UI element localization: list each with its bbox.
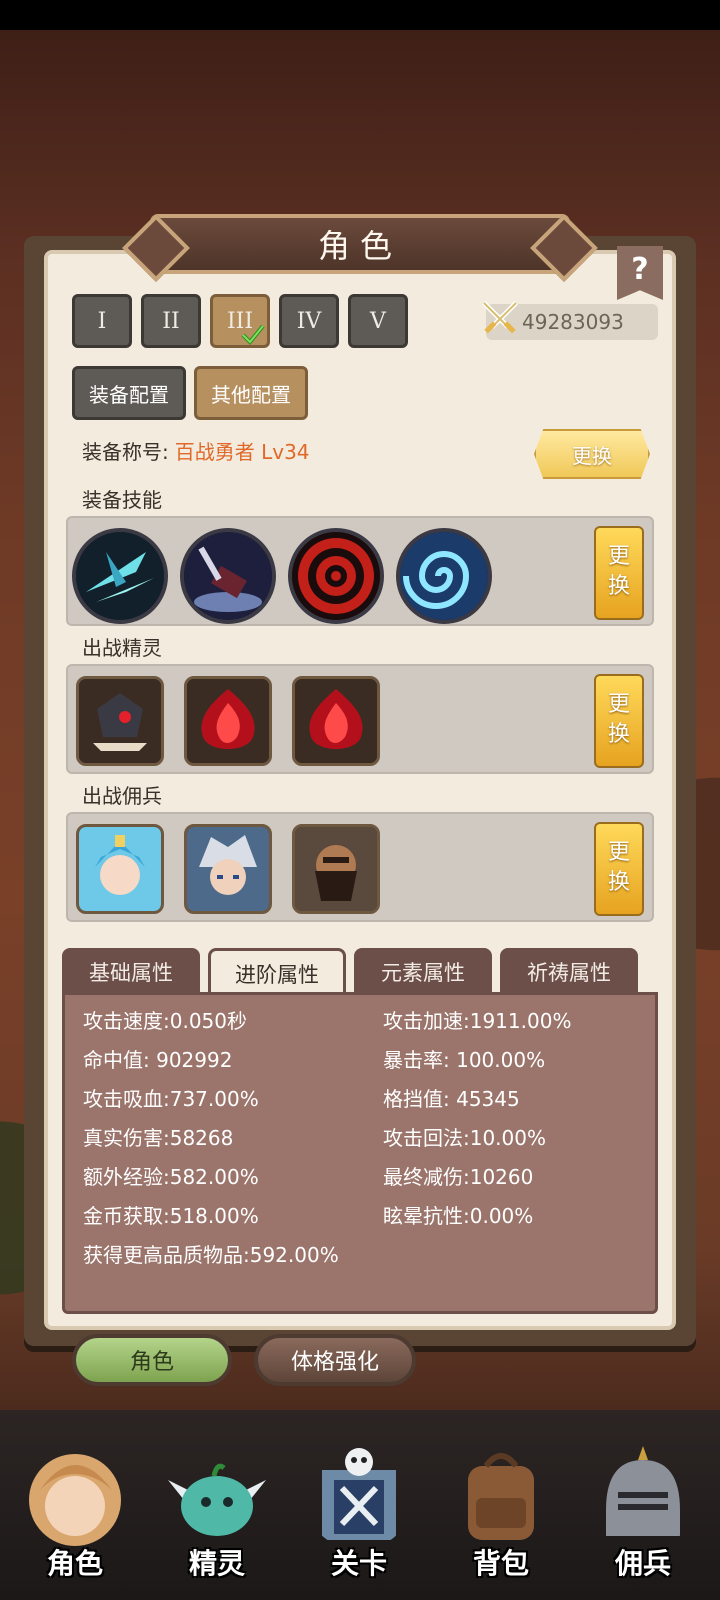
- bearded-brute-portrait[interactable]: [292, 824, 380, 914]
- nav-backpack[interactable]: 背包: [436, 1430, 566, 1600]
- character-subtabs: 角色 体格强化: [72, 1334, 416, 1386]
- loadout-tab-4[interactable]: IV: [279, 294, 339, 348]
- loadout-tab-3[interactable]: III: [210, 294, 270, 348]
- tab-physique-enhance[interactable]: 体格强化: [254, 1334, 416, 1386]
- elf-priestess-portrait[interactable]: [76, 824, 164, 914]
- target-skill-icon[interactable]: [288, 528, 384, 624]
- nav-character[interactable]: 角色: [10, 1430, 140, 1600]
- sprites-section-label: 出战精灵: [82, 636, 162, 660]
- attr-crit-rate: 暴击率: 100.00%: [383, 1048, 546, 1072]
- attr-lifesteal: 攻击吸血:737.00%: [83, 1087, 259, 1111]
- whirlpool-skill-icon[interactable]: [396, 528, 492, 624]
- nav-backpack-label: 背包: [472, 1547, 529, 1580]
- equipment-title-label: 装备称号:: [82, 440, 169, 464]
- silver-hair-warrior-portrait[interactable]: [184, 824, 272, 914]
- loadout-tab-1[interactable]: I: [72, 294, 132, 348]
- config-tabs: 装备配置 其他配置: [72, 366, 308, 420]
- attr-gold-gain: 金币获取:518.00%: [83, 1204, 259, 1228]
- crossed-swords-icon: [482, 301, 518, 334]
- title-banner: 角色: [150, 214, 570, 274]
- nav-stage-label: 关卡: [330, 1547, 387, 1580]
- knight-helmet-icon: [606, 1446, 680, 1536]
- nav-sprite-label: 精灵: [188, 1547, 245, 1580]
- equipment-title-value: 百战勇者 Lv34: [174, 440, 310, 464]
- ice-slash-skill-icon[interactable]: [72, 528, 168, 624]
- mercenaries-slot-box: 更换: [66, 812, 654, 922]
- attr-hit-value: 命中值: 902992: [83, 1048, 233, 1072]
- attribute-panel: 攻击速度:0.050秒 命中值: 902992 攻击吸血:737.00% 真实伤…: [62, 992, 658, 1314]
- hero-portrait-icon: [29, 1454, 121, 1546]
- change-sprites-button[interactable]: 更换: [594, 674, 644, 768]
- skills-section-label: 装备技能: [82, 488, 162, 512]
- attr-true-damage: 真实伤害:58268: [83, 1126, 234, 1150]
- red-flame-sprite-icon[interactable]: [292, 676, 380, 766]
- loadout-tabs: I II III IV V: [72, 294, 408, 348]
- equipment-title-row: 装备称号: 百战勇者 Lv34: [82, 436, 310, 465]
- nav-mercenary[interactable]: 佣兵: [578, 1430, 708, 1600]
- backpack-icon: [468, 1453, 534, 1540]
- check-icon: [241, 324, 265, 345]
- nav-stage[interactable]: 关卡: [294, 1430, 424, 1600]
- attr-extra-exp: 额外经验:582.00%: [83, 1165, 259, 1189]
- hammer-strike-skill-icon[interactable]: [180, 528, 276, 624]
- dark-sprite-icon[interactable]: [76, 676, 164, 766]
- tab-element-attributes[interactable]: 元素属性: [354, 948, 492, 996]
- status-bar: [0, 0, 720, 30]
- change-mercenaries-button[interactable]: 更换: [594, 822, 644, 916]
- loadout-tab-2[interactable]: II: [141, 294, 201, 348]
- other-config-tab[interactable]: 其他配置: [194, 366, 308, 420]
- tab-basic-attributes[interactable]: 基础属性: [62, 948, 200, 996]
- page-title: 角色: [317, 227, 402, 265]
- change-skills-button[interactable]: 更换: [594, 526, 644, 620]
- nav-character-label: 角色: [46, 1547, 103, 1580]
- mercenaries-section-label: 出战佣兵: [82, 784, 162, 808]
- equipment-config-tab[interactable]: 装备配置: [72, 366, 186, 420]
- attribute-tabs: 基础属性 进阶属性 元素属性 祈祷属性: [62, 948, 638, 996]
- stage-skull-icon: [322, 1448, 396, 1540]
- attr-attack-speed: 攻击速度:0.050秒: [83, 1009, 247, 1033]
- attr-final-reduction: 最终减伤:10260: [383, 1165, 534, 1189]
- attr-mana-on-hit: 攻击回法:10.00%: [383, 1126, 546, 1150]
- combat-power: 49283093: [482, 301, 658, 340]
- tab-prayer-attributes[interactable]: 祈祷属性: [500, 948, 638, 996]
- change-title-button[interactable]: 更换: [534, 429, 650, 479]
- loadout-tab-5[interactable]: V: [348, 294, 408, 348]
- sprites-slot-box: 更换: [66, 664, 654, 774]
- attr-block-value: 格挡值: 45345: [383, 1087, 520, 1111]
- tab-advanced-attributes[interactable]: 进阶属性: [208, 948, 346, 996]
- slime-sprite-icon: [168, 1463, 266, 1536]
- tab-character[interactable]: 角色: [72, 1334, 232, 1386]
- nav-mercenary-label: 佣兵: [614, 1547, 671, 1580]
- skills-slot-box: 更换: [66, 516, 654, 626]
- nav-sprite[interactable]: 精灵: [152, 1430, 282, 1600]
- power-value: 49283093: [522, 310, 624, 334]
- attr-attack-acceleration: 攻击加速:1911.00%: [383, 1009, 572, 1033]
- attr-higher-quality-items: 获得更高品质物品:592.00%: [83, 1243, 339, 1267]
- attr-stun-resist: 眩晕抗性:0.00%: [383, 1204, 534, 1228]
- red-flame-sprite-icon[interactable]: [184, 676, 272, 766]
